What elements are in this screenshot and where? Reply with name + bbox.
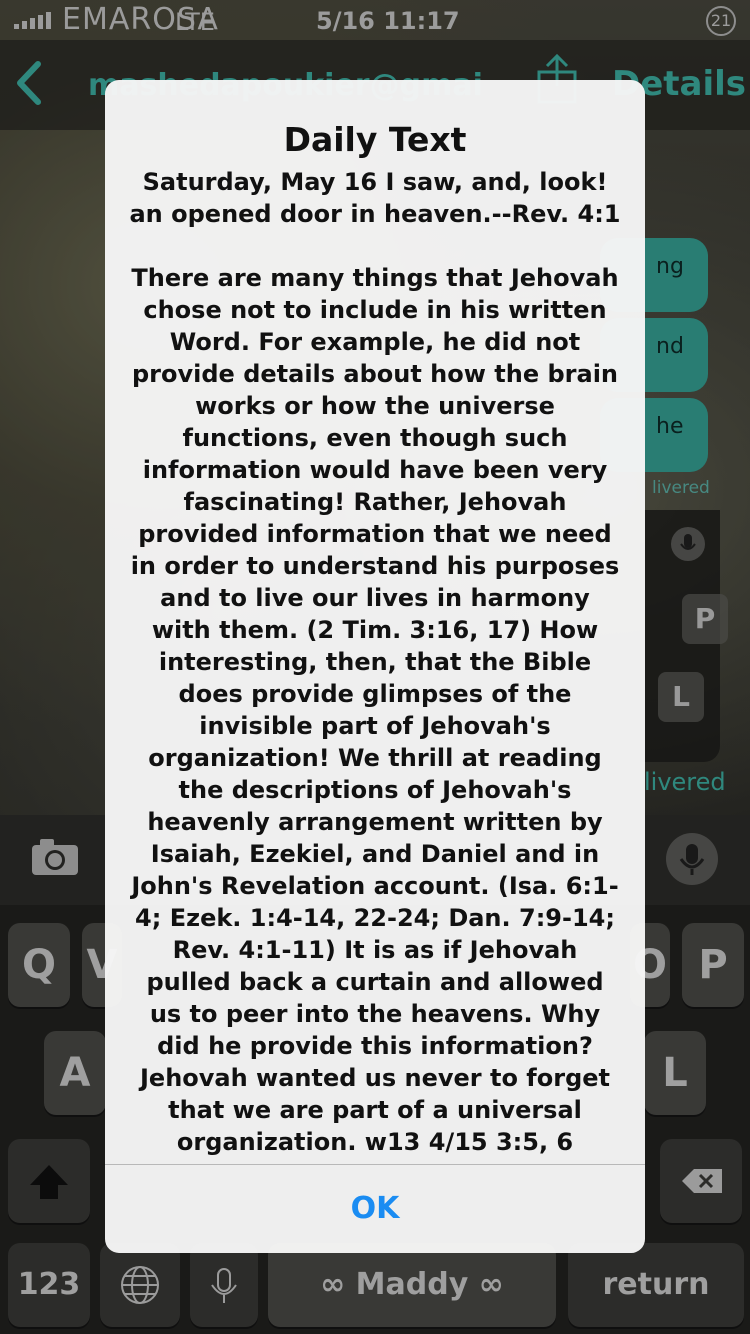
alert-title: Daily Text — [283, 120, 467, 159]
daily-text-alert: Daily Text Saturday, May 16 I saw, and, … — [105, 80, 645, 1253]
ok-button[interactable]: OK — [105, 1165, 645, 1253]
alert-message: Saturday, May 16 I saw, and, look! an op… — [129, 168, 621, 1156]
